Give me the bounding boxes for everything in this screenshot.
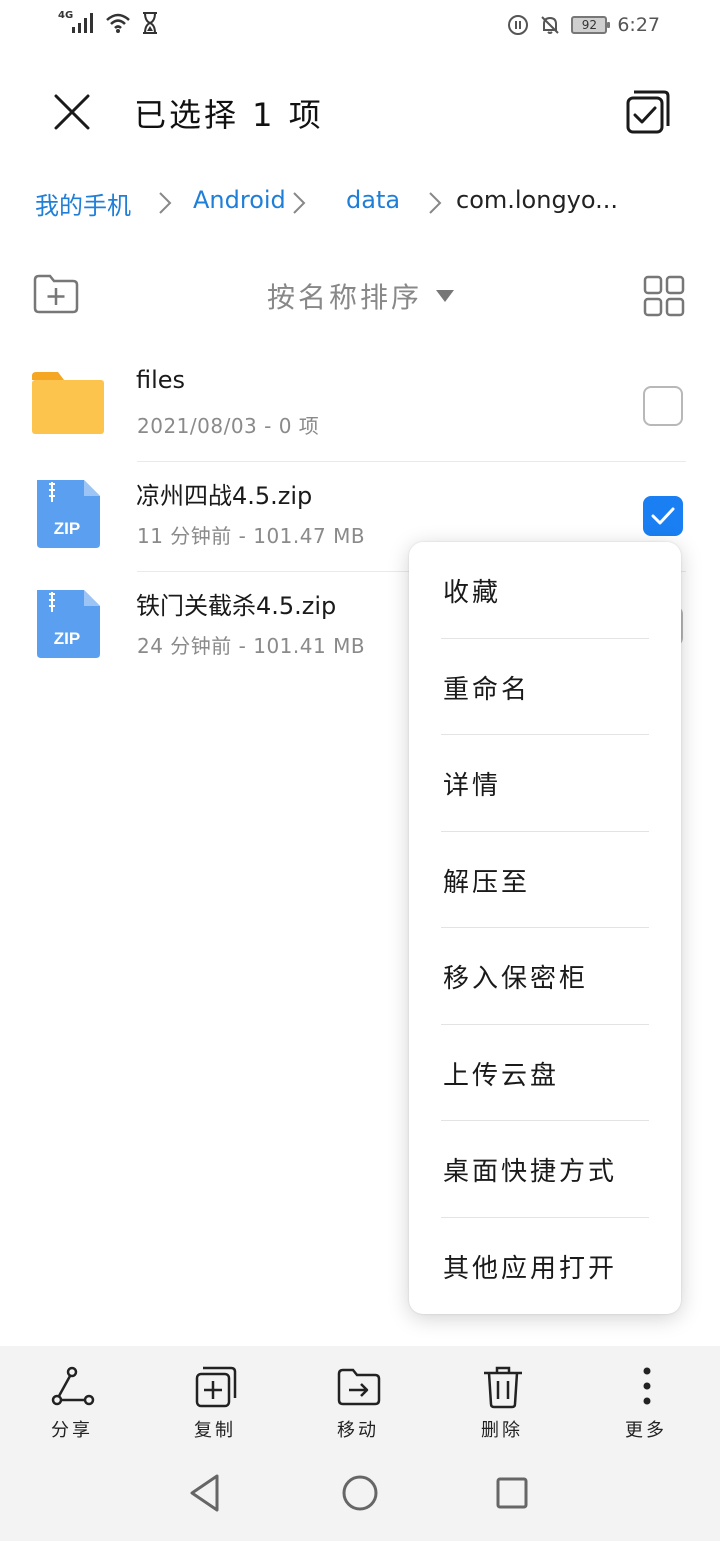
- list-toolbar: 按名称排序: [0, 262, 720, 326]
- action-label: 复制: [194, 1420, 236, 1441]
- menu-item-desktop-shortcut[interactable]: 桌面快捷方式: [409, 1121, 681, 1218]
- menu-item-details[interactable]: 详情: [409, 735, 681, 832]
- signal-icon: [72, 13, 94, 33]
- chevron-right-icon: [159, 192, 172, 214]
- breadcrumb-current[interactable]: com.longyo...: [456, 186, 618, 214]
- file-name: 铁门关截杀4.5.zip: [136, 592, 337, 620]
- menu-item-favorite[interactable]: 收藏: [409, 542, 681, 639]
- file-checkbox-checked[interactable]: [643, 496, 683, 536]
- wifi-icon: [106, 13, 131, 33]
- file-name: 凉州四战4.5.zip: [136, 482, 313, 510]
- more-icon: [643, 1367, 651, 1405]
- menu-item-label: 桌面快捷方式: [443, 1157, 618, 1187]
- file-meta: 24 分钟前 - 101.41 MB: [137, 634, 366, 658]
- menu-item-label: 移入保密柜: [443, 964, 589, 994]
- menu-item-move-to-safe[interactable]: 移入保密柜: [409, 928, 681, 1025]
- action-label: 更多: [625, 1420, 667, 1441]
- share-button[interactable]: 分享: [22, 1346, 122, 1446]
- menu-item-rename[interactable]: 重命名: [409, 639, 681, 735]
- battery-level: 92: [581, 18, 597, 32]
- menu-item-label: 上传云盘: [443, 1060, 560, 1091]
- home-icon[interactable]: [335, 1468, 385, 1518]
- menu-item-extract-to[interactable]: 解压至: [409, 832, 681, 928]
- more-button[interactable]: 更多: [596, 1346, 696, 1446]
- breadcrumb-data[interactable]: data: [346, 186, 400, 214]
- file-row-folder[interactable]: files 2021/08/03 - 0 项: [0, 352, 720, 462]
- zip-label: ZIP: [54, 519, 80, 538]
- file-meta: 2021/08/03 - 0 项: [137, 414, 320, 438]
- clock: 6:27: [617, 14, 660, 36]
- more-options-menu: 收藏 重命名 详情 解压至 移入保密柜 上传云盘 桌面快捷方式 其他应用打开: [409, 542, 681, 1314]
- bottom-action-bar: 分享 复制 移动 删除 更多: [0, 1346, 720, 1446]
- checkmark-icon: [651, 507, 675, 525]
- sort-dropdown[interactable]: 按名称排序: [267, 276, 455, 316]
- file-meta: 11 分钟前 - 101.47 MB: [137, 524, 366, 548]
- menu-item-label: 重命名: [443, 674, 531, 705]
- grid-view-button[interactable]: [642, 274, 686, 318]
- close-button[interactable]: [46, 86, 98, 138]
- system-nav-bar: [0, 1446, 720, 1541]
- back-icon[interactable]: [180, 1468, 230, 1518]
- select-all-button[interactable]: [620, 86, 674, 140]
- network-type: 4G: [58, 9, 74, 21]
- move-button[interactable]: 移动: [308, 1346, 408, 1446]
- move-icon: [337, 1368, 381, 1406]
- new-folder-button[interactable]: [32, 272, 80, 316]
- new-folder-icon: [33, 274, 79, 314]
- battery-icon: 92: [571, 16, 611, 34]
- menu-item-label: 其他应用打开: [443, 1253, 618, 1284]
- chevron-right-icon: [293, 192, 306, 214]
- copy-button[interactable]: 复制: [165, 1346, 265, 1446]
- mute-icon: [541, 16, 560, 34]
- delete-button[interactable]: 删除: [452, 1346, 552, 1446]
- zip-file-icon: ZIP: [37, 480, 100, 548]
- menu-item-label: 收藏: [443, 578, 502, 608]
- grid-view-icon: [643, 275, 685, 317]
- select-all-icon: [626, 90, 670, 134]
- file-name: files: [136, 366, 186, 394]
- menu-item-open-with[interactable]: 其他应用打开: [409, 1218, 681, 1315]
- action-label: 移动: [337, 1420, 379, 1441]
- file-checkbox[interactable]: [643, 386, 683, 426]
- data-saver-icon: [508, 15, 529, 35]
- page-title: 已选择 1 项: [134, 96, 324, 134]
- menu-item-label: 详情: [443, 771, 502, 801]
- zip-label: ZIP: [54, 629, 80, 648]
- chevron-right-icon: [429, 192, 442, 214]
- delete-icon: [484, 1366, 522, 1409]
- caret-down-icon: [436, 290, 455, 302]
- zip-file-icon: ZIP: [37, 590, 100, 658]
- share-icon: [51, 1366, 95, 1406]
- menu-item-label: 解压至: [443, 867, 531, 898]
- breadcrumb-android[interactable]: Android: [193, 186, 286, 214]
- menu-item-upload-cloud[interactable]: 上传云盘: [409, 1025, 681, 1121]
- folder-icon: [32, 372, 104, 434]
- title-bar: 已选择 1 项: [0, 72, 720, 152]
- action-label: 删除: [481, 1420, 523, 1441]
- hourglass-icon: [143, 12, 158, 34]
- sort-label: 按名称排序: [267, 281, 423, 314]
- recents-icon[interactable]: [487, 1468, 537, 1518]
- copy-icon: [195, 1366, 237, 1408]
- breadcrumb-my-phone[interactable]: 我的手机: [35, 186, 131, 221]
- breadcrumb: 我的手机 Android data com.longyo...: [0, 178, 720, 230]
- action-label: 分享: [51, 1420, 93, 1441]
- close-icon: [54, 94, 90, 130]
- status-bar: 4G 92 6:27: [0, 0, 720, 56]
